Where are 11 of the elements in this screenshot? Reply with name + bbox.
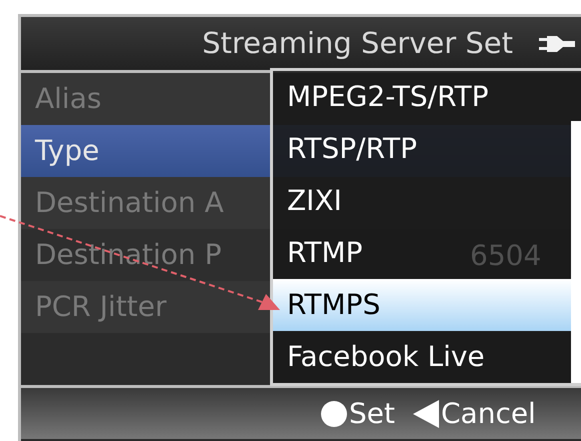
window-title: Streaming Server Set	[202, 24, 513, 62]
dropdown-item[interactable]: Facebook Live	[273, 331, 499, 383]
left-triangle-icon	[412, 400, 439, 428]
dropdown-item[interactable]: MPEG2-TS/RTP	[273, 71, 502, 123]
set-button[interactable]: Set	[321, 400, 395, 428]
dropdown-item[interactable]: ZIXI	[273, 175, 356, 227]
cancel-button[interactable]: Cancel	[412, 400, 536, 428]
dropdown-item[interactable]: RTMPS	[273, 279, 571, 331]
plug-icon	[539, 34, 575, 54]
dropdown-item[interactable]: RTMP	[273, 227, 377, 279]
dropdown-item[interactable]: RTSP/RTP	[273, 123, 432, 175]
